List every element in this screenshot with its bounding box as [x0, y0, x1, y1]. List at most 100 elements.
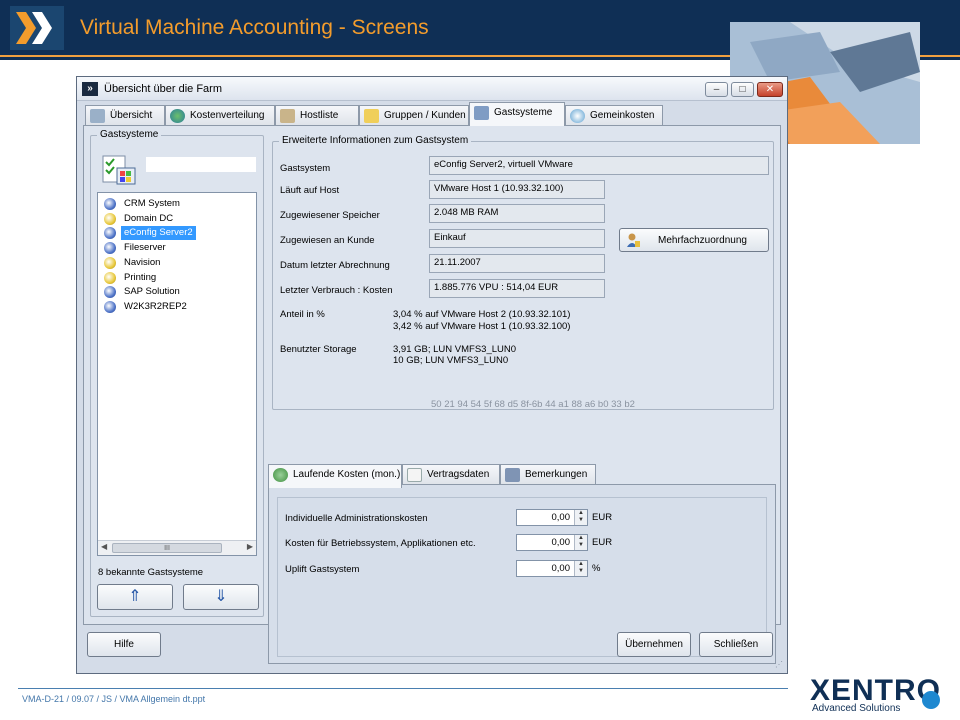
os-app-cost-label: Kosten für Betriebssystem, Applikationen…	[285, 538, 476, 549]
help-button[interactable]: Hilfe	[87, 632, 161, 657]
document-icon	[407, 468, 422, 482]
move-up-button[interactable]: ⇑	[97, 584, 173, 610]
vm-globe-icon	[104, 227, 116, 239]
multi-assign-button[interactable]: Mehrfachzuordnung	[619, 228, 769, 252]
server-icon	[280, 109, 295, 123]
notes-icon	[505, 468, 520, 482]
host-value: VMware Host 1 (10.93.32.100)	[429, 180, 605, 199]
scroll-left-icon[interactable]: ◀	[101, 542, 107, 551]
extended-info-group: Erweiterte Informationen zum Gastsystem …	[272, 135, 774, 410]
chevron-logo-icon	[10, 6, 64, 50]
monitor-icon	[474, 106, 489, 120]
move-down-button[interactable]: ⇓	[183, 584, 259, 610]
brand-dot-icon	[922, 691, 940, 709]
share-line-1: 3,04 % auf VMware Host 2 (10.93.32.101)	[393, 309, 571, 320]
storage-line-1: 3,91 GB; LUN VMFS3_LUN0	[393, 344, 517, 355]
cost-icon	[570, 109, 585, 123]
vm-globe-icon	[104, 272, 116, 284]
last-usage-label: Letzter Verbrauch : Kosten	[280, 285, 393, 296]
footer-divider	[18, 688, 788, 689]
window-titlebar[interactable]: » Übersicht über die Farm – □ ✕	[77, 77, 787, 101]
memory-value: 2.048 MB RAM	[429, 204, 605, 223]
customer-value: Einkauf	[429, 229, 605, 248]
resize-grip-icon[interactable]: ⋰	[775, 661, 785, 671]
folder-icon	[364, 109, 379, 123]
admin-cost-label: Individuelle Administrationskosten	[285, 513, 428, 524]
vm-globe-icon	[104, 213, 116, 225]
tab-content-guest-systems: Gastsysteme CRM System Domain DC eConfig	[83, 125, 781, 664]
list-item[interactable]: W2K3R2REP2	[101, 300, 257, 314]
guest-systems-group: Gastsysteme CRM System Domain DC eConfig	[90, 129, 264, 617]
list-horizontal-scrollbar[interactable]: ◀ III ▶	[98, 540, 256, 555]
spin-arrows-icon[interactable]: ▲ ▼	[574, 561, 587, 576]
brand-subtitle: Advanced Solutions	[812, 703, 901, 714]
extended-info-group-title: Erweiterte Informationen zum Gastsystem	[279, 135, 472, 146]
scroll-thumb[interactable]: III	[112, 543, 222, 553]
os-app-cost-unit: EUR	[592, 537, 613, 548]
admin-cost-unit: EUR	[592, 512, 613, 523]
scroll-right-icon[interactable]: ▶	[247, 542, 253, 551]
vm-globe-icon	[104, 242, 116, 254]
tab-cost-distribution[interactable]: Kostenverteilung	[165, 105, 275, 125]
last-billing-label: Datum letzter Abrechnung	[280, 260, 390, 271]
apply-button[interactable]: Übernehmen	[617, 632, 691, 657]
guest-system-label: Gastsystem	[280, 163, 331, 174]
list-item[interactable]: CRM System	[101, 197, 257, 211]
guest-uuid: 50 21 94 54 5f 68 d5 8f-6b 44 a1 88 a6 b…	[431, 399, 635, 410]
uplift-label: Uplift Gastsystem	[285, 564, 360, 575]
app-icon: »	[82, 82, 98, 96]
list-item[interactable]: Printing	[101, 271, 257, 285]
spin-arrows-icon[interactable]: ▲ ▼	[574, 510, 587, 525]
close-button[interactable]: Schließen	[699, 632, 773, 657]
guest-count-text: 8 bekannte Gastsysteme	[98, 567, 204, 578]
tab-groups-customers[interactable]: Gruppen / Kunden	[359, 105, 469, 125]
tab-contract-data[interactable]: Vertragsdaten	[402, 464, 500, 484]
tab-remarks[interactable]: Bemerkungen	[500, 464, 596, 484]
guest-systems-group-title: Gastsysteme	[97, 129, 162, 140]
uplift-input[interactable]: 0,00 ▲ ▼	[516, 560, 588, 577]
vm-globe-icon	[104, 257, 116, 269]
list-item[interactable]: Fileserver	[101, 241, 257, 255]
share-label: Anteil in %	[280, 309, 325, 320]
guest-filter-input[interactable]	[145, 156, 257, 173]
vm-globe-icon	[104, 198, 116, 210]
overview-icon	[90, 109, 105, 123]
slide-title: Virtual Machine Accounting - Screens	[80, 16, 429, 39]
tab-host-list[interactable]: Hostliste	[275, 105, 359, 125]
storage-label: Benutzter Storage	[280, 344, 357, 355]
admin-cost-input[interactable]: 0,00 ▲ ▼	[516, 509, 588, 526]
checklist-icon	[101, 154, 137, 186]
list-item[interactable]: Domain DC	[101, 212, 257, 226]
window-title: Übersicht über die Farm	[104, 83, 222, 95]
list-item-selected[interactable]: eConfig Server2	[101, 226, 257, 240]
user-icon	[626, 232, 640, 248]
pie-chart-icon	[170, 109, 185, 123]
close-window-button[interactable]: ✕	[757, 82, 783, 97]
farm-overview-window: » Übersicht über die Farm – □ ✕ Übersich…	[76, 76, 788, 674]
maximize-button[interactable]: □	[731, 82, 754, 97]
share-line-2: 3,42 % auf VMware Host 1 (10.93.32.100)	[393, 321, 571, 332]
host-label: Läuft auf Host	[280, 185, 340, 196]
last-usage-value: 1.885.776 VPU : 514,04 EUR	[429, 279, 605, 298]
footer-text: VMA-D-21 / 09.07 / JS / VMA Allgemein dt…	[22, 694, 206, 704]
guest-systems-list[interactable]: CRM System Domain DC eConfig Server2 Fil…	[97, 192, 257, 556]
vm-globe-icon	[104, 301, 116, 313]
spin-arrows-icon[interactable]: ▲ ▼	[574, 535, 587, 550]
os-app-cost-input[interactable]: 0,00 ▲ ▼	[516, 534, 588, 551]
list-item[interactable]: Navision	[101, 256, 257, 270]
customer-label: Zugewiesen an Kunde	[280, 235, 375, 246]
memory-label: Zugewiesener Speicher	[280, 210, 380, 221]
list-item[interactable]: SAP Solution	[101, 285, 257, 299]
coins-icon	[273, 468, 288, 482]
storage-line-2: 10 GB; LUN VMFS3_LUN0	[393, 355, 509, 366]
running-costs-frame: Individuelle Administrationskosten 0,00 …	[277, 497, 767, 657]
tab-overhead-costs[interactable]: Gemeinkosten	[565, 105, 663, 125]
tab-guest-systems[interactable]: Gastsysteme	[469, 102, 565, 126]
guest-system-value: eConfig Server2, virtuell VMware	[429, 156, 769, 175]
uplift-unit: %	[592, 563, 601, 574]
tab-overview[interactable]: Übersicht	[85, 105, 165, 125]
last-billing-value: 21.11.2007	[429, 254, 605, 273]
tab-running-costs[interactable]: Laufende Kosten (mon.)	[268, 464, 402, 488]
minimize-button[interactable]: –	[705, 82, 728, 97]
vm-globe-icon	[104, 286, 116, 298]
